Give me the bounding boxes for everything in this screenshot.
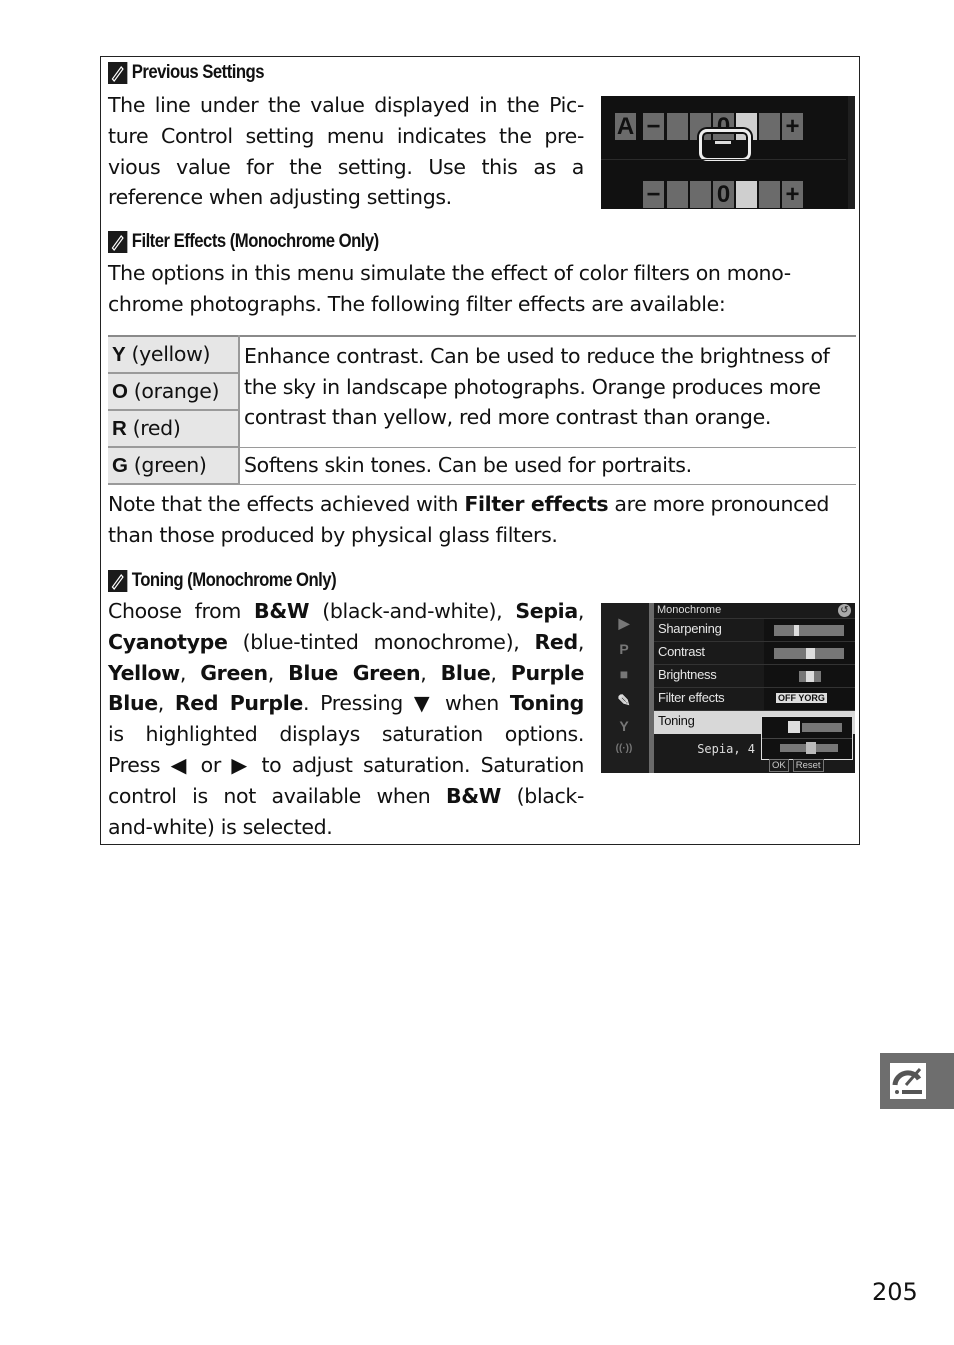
auto-cell: A <box>615 112 636 140</box>
level-cell <box>667 113 688 140</box>
level-cell <box>759 113 780 140</box>
table-row: Y (yellow) Enhance contrast. Can be used… <box>108 335 856 448</box>
picture-control-chapter-tab <box>880 1053 954 1109</box>
toning-value-area: Sepia, 4 <box>654 740 761 760</box>
page-number: 205 <box>872 1278 918 1306</box>
filter-effects-table: Y (yellow) Enhance contrast. Can be used… <box>108 335 856 485</box>
back-icon: ↺ <box>838 604 851 617</box>
previous-settings-text: The line under the value displayed in th… <box>108 93 584 210</box>
picture-control-screen-previous: A − 0 + − 0 + <box>601 96 855 209</box>
level-cell <box>667 181 688 208</box>
pencil-note-icon <box>108 231 128 253</box>
previous-settings-heading: Previous Settings <box>108 62 265 84</box>
toning-text: Choose from B&W (black-and-white), Sepia… <box>108 599 584 839</box>
filter-key-green: G (green) <box>108 447 240 485</box>
toning-selector <box>761 716 853 760</box>
toning-swatch <box>788 721 800 733</box>
tips-box: Previous Settings The line under the val… <box>100 56 860 845</box>
monochrome-menu-screen: ▶ P ■ ✎ Y ((·)) Monochrome ↺ Sharpening … <box>601 603 855 773</box>
menu-title: Monochrome <box>657 604 722 616</box>
divider <box>601 159 846 160</box>
level-cell <box>759 181 780 208</box>
previous-value-highlight <box>699 129 751 161</box>
movie-icon: ■ <box>619 666 629 682</box>
picture-control-icon: ✎ <box>617 693 631 710</box>
menu-row-sharpening: Sharpening <box>654 618 855 642</box>
setup-icon: Y <box>619 718 629 734</box>
shooting-p-icon: P <box>619 641 629 657</box>
pencil-note-icon <box>108 62 128 84</box>
zero-cell: 0 <box>713 181 734 208</box>
filter-key-orange: O (orange) <box>108 373 240 411</box>
current-cell <box>736 181 757 208</box>
picture-control-icon <box>890 1063 926 1099</box>
previous-value-marker <box>715 141 731 144</box>
saturation-indicator <box>806 742 816 754</box>
plus-cell: + <box>782 113 803 140</box>
filter-desc-green: Softens skin tones. Can be used for port… <box>239 447 856 485</box>
filter-key-yellow: Y (yellow) <box>108 335 240 374</box>
filter-effects-note: Note that the effects achieved with Filt… <box>108 492 830 547</box>
level-cell <box>690 181 711 208</box>
filter-desc-contrast: Enhance contrast. Can be used to reduce … <box>239 335 856 448</box>
plus-cell: + <box>782 181 803 208</box>
screen-edge <box>848 96 855 209</box>
filter-key-red: R (red) <box>108 410 240 448</box>
minus-cell: − <box>643 113 664 140</box>
filter-effects-heading: Filter Effects (Monochrome Only) <box>108 231 379 253</box>
menu-row-brightness: Brightness <box>654 664 855 688</box>
minus-cell: − <box>643 181 664 208</box>
table-row: G (green) Softens skin tones. Can be use… <box>108 447 856 485</box>
filter-effects-intro: The options in this menu simulate the ef… <box>108 261 791 316</box>
menu-row-filter-effects: Filter effects OFF YORG <box>654 687 855 711</box>
playback-icon: ▶ <box>618 615 630 631</box>
menu-footer: OK Reset <box>769 759 824 772</box>
pencil-note-icon <box>108 570 128 592</box>
menu-row-contrast: Contrast <box>654 641 855 665</box>
wireless-icon: ((·)) <box>615 743 633 754</box>
toning-heading: Toning (Monochrome Only) <box>108 570 337 592</box>
